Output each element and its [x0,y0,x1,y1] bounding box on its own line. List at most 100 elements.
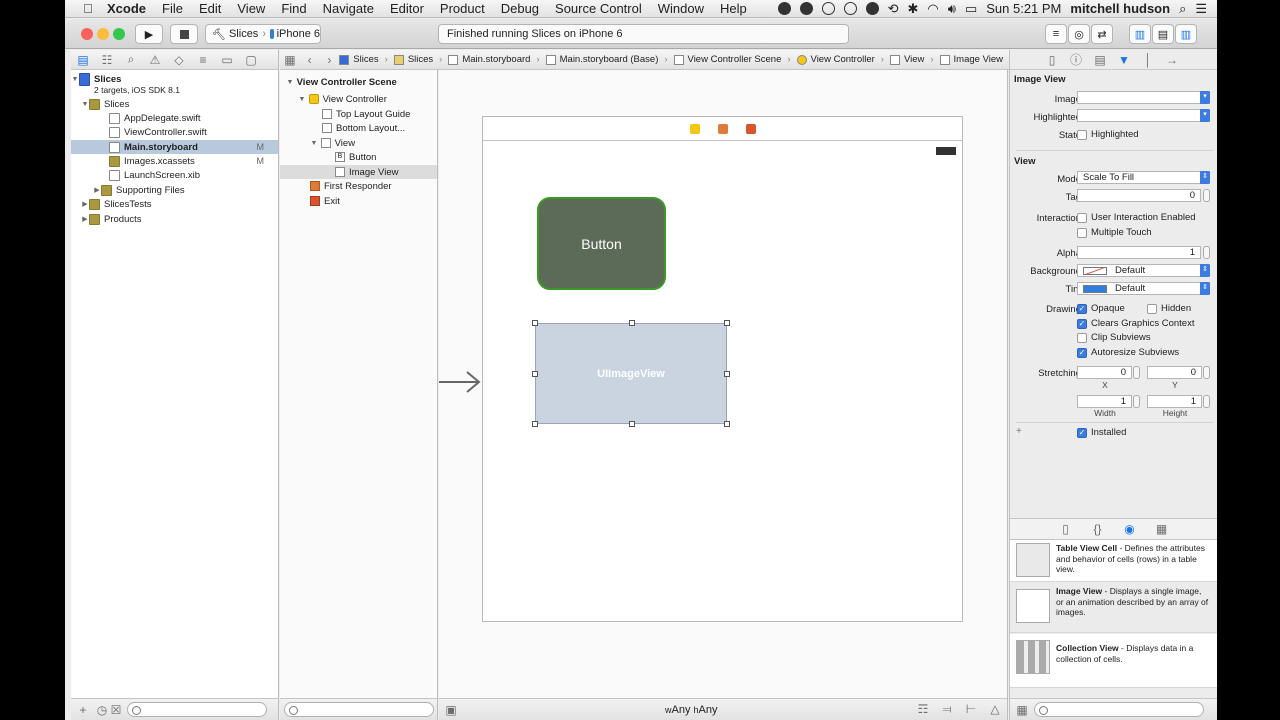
outline-scene-row[interactable]: ▼ View Controller Scene [280,75,437,89]
connections-icon[interactable]: → [1160,53,1184,67]
creative-cloud-icon[interactable] [821,2,835,15]
menu-find[interactable]: Find [273,1,314,16]
breadcrumb-item[interactable]: Main.storyboard [448,54,530,65]
clip-subviews-checkbox[interactable]: Clip Subviews [1077,332,1151,343]
view-controller-icon[interactable] [689,123,700,134]
highlighted-image-popup[interactable]: ▾ [1077,109,1210,122]
tag-stepper[interactable] [1203,189,1210,202]
disclosure-open-icon[interactable]: ▼ [81,101,89,108]
toggle-debug-button[interactable]: ▤ [1152,24,1174,44]
navigator-filter-input[interactable] [127,702,267,717]
size-class-selector[interactable]: wAny hAny [665,704,718,716]
stretch-x-field[interactable]: 0 [1077,366,1132,379]
outline-row[interactable]: Top Layout Guide [280,107,437,121]
drive-icon[interactable] [799,2,813,15]
battery-icon[interactable]: ▭ [965,1,977,17]
debug-icon[interactable]: ≡ [191,53,215,67]
file-row[interactable]: Images.xcassets M [71,154,278,168]
group-slices[interactable]: ▼ Slices [71,97,278,111]
stretch-y-stepper[interactable] [1203,366,1210,379]
test-diamond-icon[interactable]: ◇ [167,53,191,67]
toggle-outline-icon[interactable]: ▣ [439,703,463,717]
library-item-table-view-cell[interactable]: Table View Cell - Defines the attributes… [1010,540,1217,582]
resize-handle[interactable] [629,320,635,326]
stretch-x-stepper[interactable] [1133,366,1140,379]
storyboard-button[interactable]: Button [537,197,666,290]
disclosure-closed-icon[interactable]: ▶ [93,186,101,194]
alpha-stepper[interactable] [1203,246,1210,259]
zoom-window-button[interactable] [113,28,125,40]
disclosure-open-icon[interactable]: ▼ [310,140,318,147]
view-controller-scene[interactable]: Button UIImageView [482,116,963,622]
spotlight-icon[interactable]: ⌕ [1179,1,1186,17]
group-supporting-files[interactable]: ▶ Supporting Files [71,183,278,197]
menu-file[interactable]: File [154,1,191,16]
size-icon[interactable]: │ [1136,53,1160,67]
run-button[interactable]: ▶ [135,24,163,44]
outline-view-row[interactable]: ▼ View [280,136,437,150]
background-popup[interactable]: Default ⇕ [1077,264,1210,277]
resize-handle[interactable] [724,320,730,326]
menu-clock[interactable]: Sun 5:21 PM [986,1,1061,16]
tint-popup[interactable]: Default ⇕ [1077,282,1210,295]
autoresize-subviews-checkbox[interactable]: ✓ Autoresize Subviews [1077,347,1179,358]
group-tests[interactable]: ▶ SlicesTests [71,197,278,211]
assistant-editor-button[interactable]: ◎ [1068,24,1090,44]
toggle-navigator-button[interactable]: ▥ [1129,24,1151,44]
symbol-icon[interactable]: ☷ [95,53,119,67]
outline-vc-row[interactable]: ▼ View Controller [280,92,437,106]
library-item-collection-view[interactable]: Collection View - Displays data in a col… [1010,634,1217,688]
installed-checkbox[interactable]: ✓ Installed [1077,427,1126,438]
resize-handle[interactable] [532,320,538,326]
mode-popup[interactable]: Scale To Fill ⇕ [1077,171,1210,184]
attributes-icon[interactable]: ▼ [1112,53,1136,67]
volume-icon[interactable]: 🔊︎ [948,1,956,17]
disclosure-open-icon[interactable]: ▼ [71,76,79,83]
log-icon[interactable]: ▢ [239,53,263,67]
wifi-icon[interactable]: ◠ [927,1,938,17]
file-template-icon[interactable]: ▯ [1054,522,1078,536]
menu-view[interactable]: View [229,1,273,16]
disclosure-closed-icon[interactable]: ▶ [81,215,89,223]
breadcrumb-item[interactable]: Main.storyboard (Base) [545,54,658,65]
folder-icon[interactable]: ▤ [71,53,95,67]
bluetooth-icon[interactable]: ✱ [907,1,918,17]
menu-editor[interactable]: Editor [382,1,432,16]
dropbox-icon[interactable] [865,2,879,15]
stretch-width-field[interactable]: 1 [1077,395,1132,408]
code-snippet-icon[interactable]: {} [1086,522,1110,536]
recent-clock-icon[interactable]: ◷ [95,703,109,717]
add-icon[interactable]: + [71,703,95,717]
file-row-selected[interactable]: Main.storyboard M [71,140,278,154]
outline-filter-input[interactable] [284,702,434,717]
help-icon[interactable]: ⓘ [1064,51,1088,68]
close-window-button[interactable] [81,28,93,40]
apple-icon[interactable]:  [77,1,99,16]
resize-handle[interactable] [532,421,538,427]
resize-handle[interactable] [629,421,635,427]
breadcrumb-item[interactable]: View Controller Scene [673,54,781,65]
menu-window[interactable]: Window [650,1,712,16]
disclosure-closed-icon[interactable]: ▶ [81,200,89,208]
standard-editor-button[interactable]: ≡ [1045,24,1067,44]
toggle-utilities-button[interactable]: ▥ [1175,24,1197,44]
storyboard-image-view[interactable]: UIImageView [532,320,730,427]
tag-field[interactable]: 0 [1077,189,1201,202]
image-popup[interactable]: ▾ [1077,91,1210,104]
related-items-icon[interactable]: ▦ [280,53,300,67]
outline-row[interactable]: Bottom Layout... [280,121,437,135]
outline-row[interactable]: First Responder [280,179,437,193]
menu-xcode[interactable]: Xcode [99,1,154,16]
record-icon[interactable] [777,2,791,15]
add-variation-icon[interactable]: + [1016,426,1022,437]
file-row[interactable]: ViewController.swift [71,125,278,139]
scheme-selector[interactable]: 🔨︎ Slices › iPhone 6 [205,24,321,44]
storyboard-canvas[interactable]: Button UIImageView ▣ wAny hAny ☶ ⫤ ⊢ △ [439,50,1008,720]
group-products[interactable]: ▶ Products [71,212,278,226]
outline-row[interactable]: B Button [280,150,437,164]
resize-handle[interactable] [724,421,730,427]
object-library-icon[interactable]: ◉ [1118,522,1142,536]
state-highlighted-checkbox[interactable]: Highlighted [1077,129,1139,140]
menu-debug[interactable]: Debug [493,1,547,16]
exit-icon[interactable] [745,123,756,134]
